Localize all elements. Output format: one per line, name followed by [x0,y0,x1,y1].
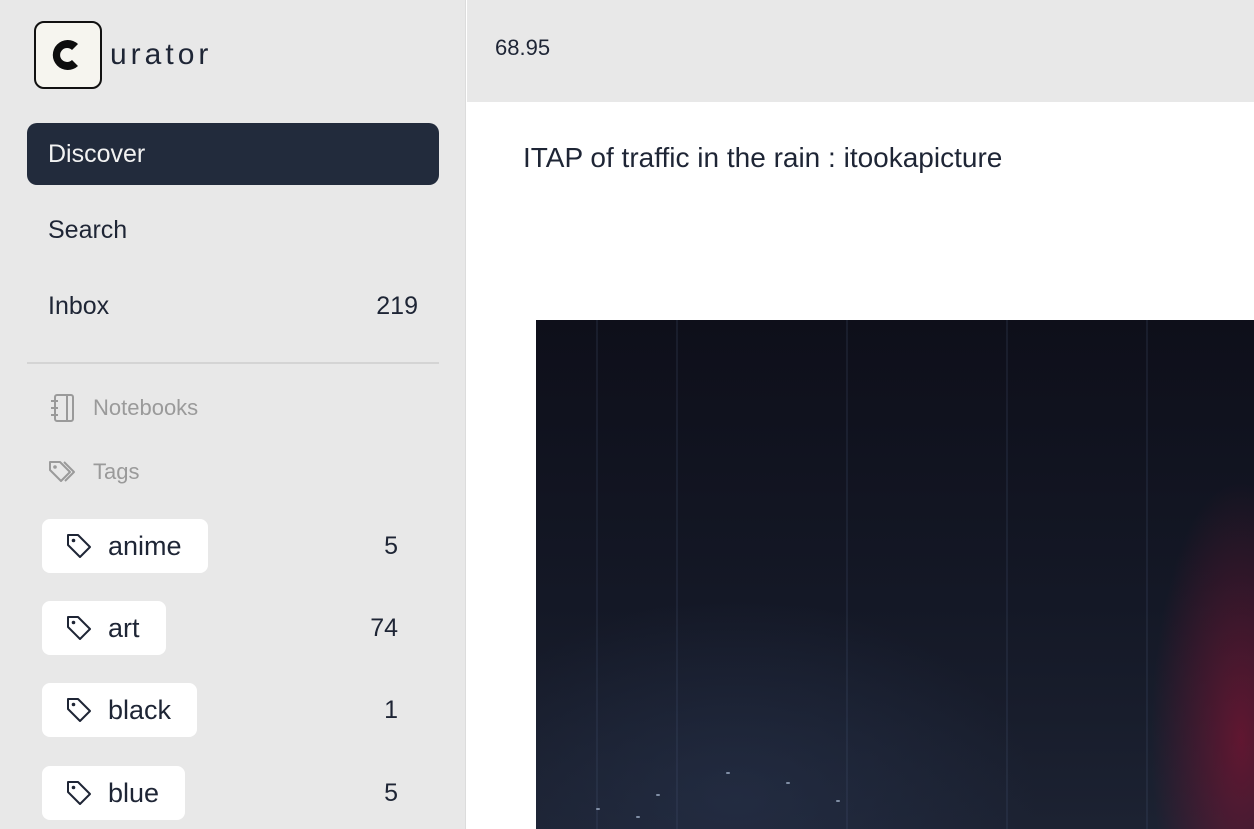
post-image[interactable] [536,320,1254,829]
tag-icon [66,532,94,560]
rain-streak [1146,320,1148,829]
nav-item-label: Search [48,215,128,244]
tag-chip-anime[interactable]: anime [42,519,208,573]
sidebar: urator Discover Search Inbox 219 Noteboo… [0,0,466,829]
section-label: Tags [93,459,140,484]
light-spot [836,800,840,802]
tag-row-blue: blue 5 [42,766,398,820]
tag-icon [66,696,94,724]
inbox-count: 219 [376,291,418,320]
tag-chip-blue[interactable]: blue [42,766,186,820]
tag-label: black [108,694,172,725]
tag-count: 1 [384,695,398,724]
logo-mark [34,21,102,89]
logo-c-icon [52,40,78,70]
tag-row-black: black 1 [42,683,398,737]
rain-streak [1006,320,1008,829]
tag-count: 74 [370,613,398,642]
tag-icon [66,614,94,642]
topbar-value: 68.95 [495,35,551,60]
nav-item-search[interactable]: Search [27,199,439,261]
section-label: Notebooks [93,395,199,420]
notebook-icon [48,393,78,423]
rain-streak [596,320,598,829]
tags-icon [48,457,78,487]
light-spot [596,808,600,810]
logo-wordmark: urator [110,38,213,71]
light-spot [656,794,660,796]
tag-icon [66,779,94,807]
tag-row-anime: anime 5 [42,519,398,573]
section-tags[interactable]: Tags [48,457,139,487]
nav-item-label: Inbox [48,291,110,320]
tag-count: 5 [384,531,398,560]
tag-label: blue [108,777,160,808]
nav-item-inbox[interactable]: Inbox 219 [27,275,439,337]
app-logo[interactable]: urator [34,21,212,89]
light-spot [636,816,640,818]
tag-chip-black[interactable]: black [42,683,198,737]
section-notebooks[interactable]: Notebooks [48,393,198,423]
top-bar: 68.95 [467,0,1254,102]
main-content: ITAP of traffic in the rain : itookapict… [467,102,1254,829]
tag-label: art [108,612,140,643]
tag-label: anime [108,530,182,561]
light-spot [726,772,730,774]
tag-row-art: art 74 [42,601,398,655]
rain-streak [846,320,848,829]
rain-streak [676,320,678,829]
post-title: ITAP of traffic in the rain : itookapict… [523,142,1003,173]
tag-count: 5 [384,778,398,807]
nav-item-discover[interactable]: Discover [27,123,439,185]
nav-item-label: Discover [48,139,146,168]
sidebar-divider [27,362,439,364]
tag-chip-art[interactable]: art [42,601,166,655]
light-spot [786,782,790,784]
